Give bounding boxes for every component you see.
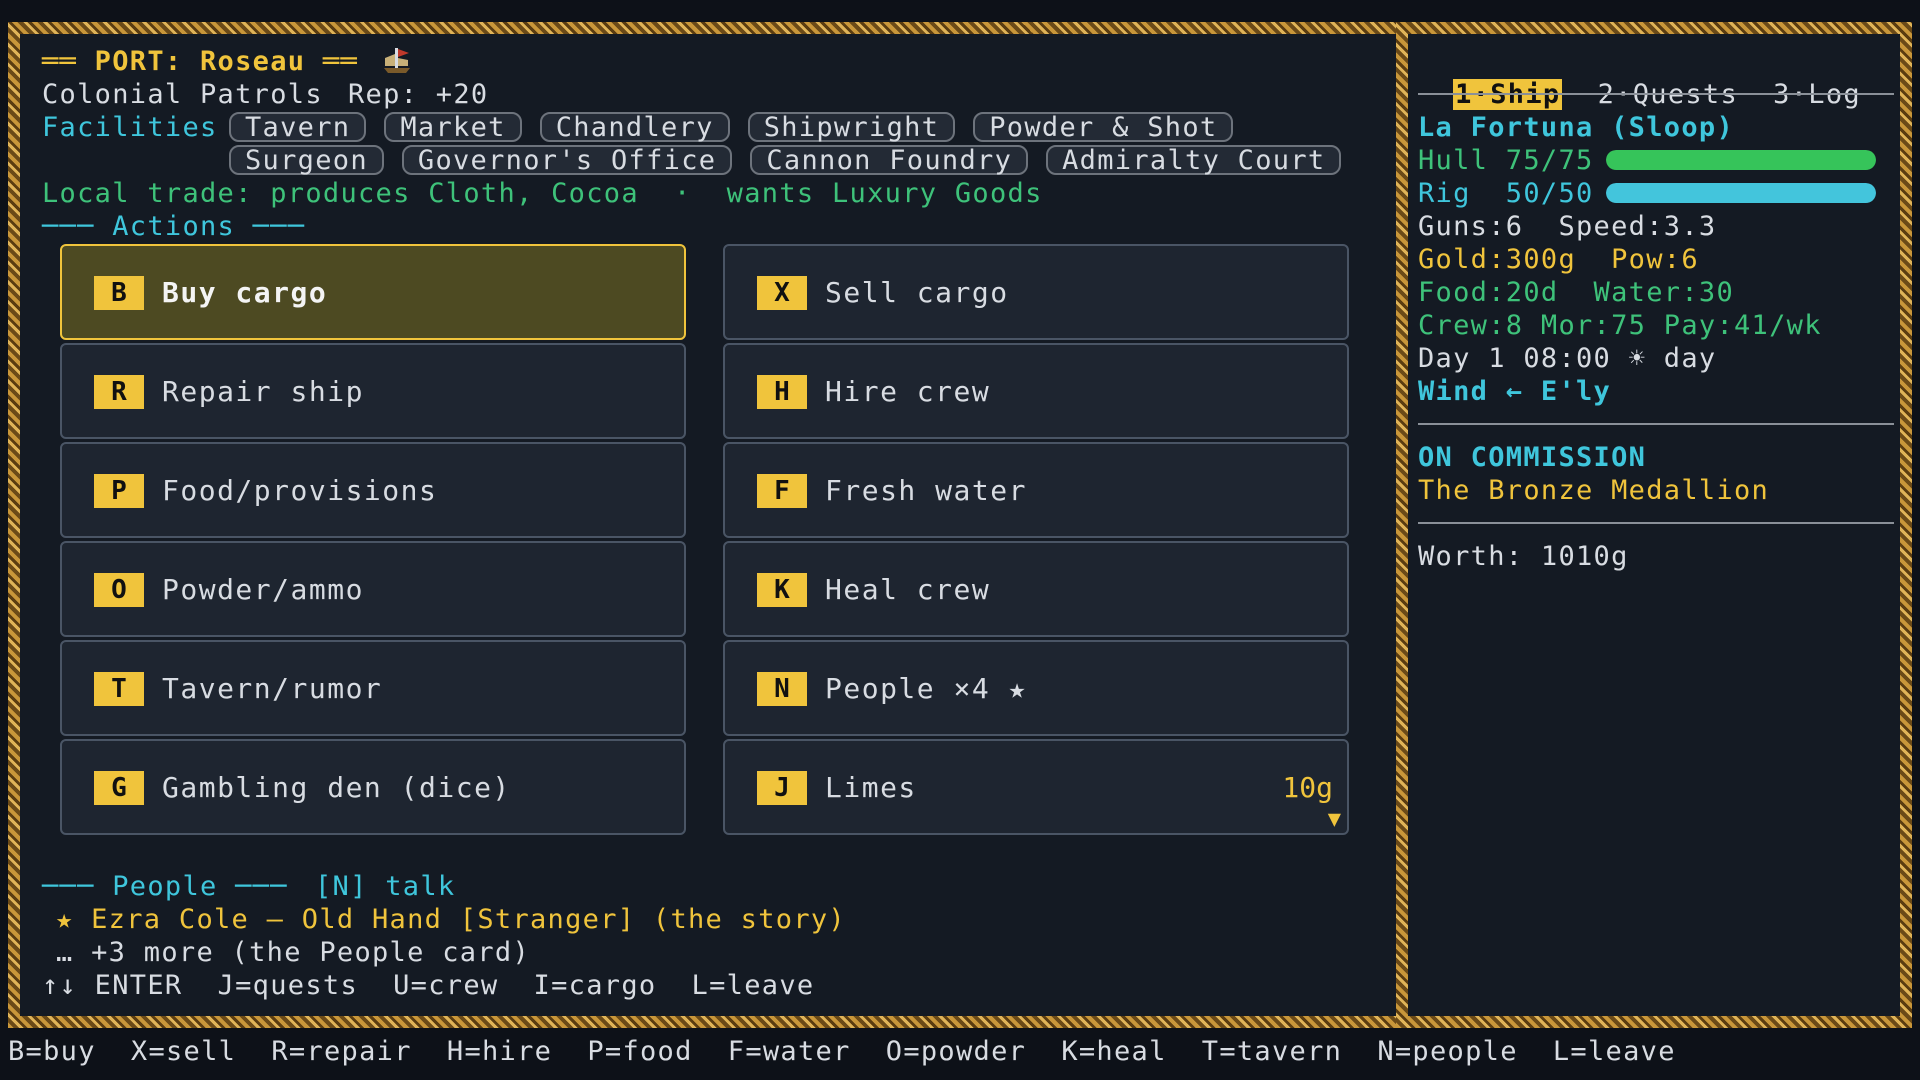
action-buy-cargo[interactable]: B Buy cargo bbox=[60, 244, 686, 340]
game-time: Day 1 08:00 ☀ day bbox=[1418, 343, 1717, 374]
hotkey-badge: F bbox=[757, 474, 807, 508]
action-label: Fresh water bbox=[825, 474, 1027, 507]
facilities-label: Facilities bbox=[42, 112, 218, 143]
people-header: ─── People ─── bbox=[42, 871, 288, 902]
divider bbox=[1418, 522, 1894, 524]
hotkey-badge: P bbox=[94, 474, 144, 508]
rig-bar-fill bbox=[1606, 183, 1876, 203]
hotkey-badge: J bbox=[757, 771, 807, 805]
action-sell-cargo[interactable]: X Sell cargo bbox=[723, 244, 1349, 340]
hotkey-badge: R bbox=[94, 375, 144, 409]
action-powder-ammo[interactable]: O Powder/ammo bbox=[60, 541, 686, 637]
facility-chip[interactable]: Tavern bbox=[229, 112, 367, 142]
action-label: Tavern/rumor bbox=[162, 672, 383, 705]
action-label: Powder/ammo bbox=[162, 573, 364, 606]
facility-chip[interactable]: Powder & Shot bbox=[973, 112, 1234, 142]
action-gambling-den[interactable]: G Gambling den (dice) bbox=[60, 739, 686, 835]
scroll-down-icon[interactable]: ▼ bbox=[1328, 809, 1341, 831]
hotkey-badge: O bbox=[94, 573, 144, 607]
facilities-row-1: Tavern Market Chandlery Shipwright Powder & … bbox=[229, 112, 1251, 142]
action-label: Sell cargo bbox=[825, 276, 1009, 309]
action-label: Heal crew bbox=[825, 573, 991, 606]
action-heal-crew[interactable]: K Heal crew bbox=[723, 541, 1349, 637]
featured-person[interactable]: ★ Ezra Cole — Old Hand [Stranger] (the s… bbox=[56, 903, 846, 936]
action-label: Limes bbox=[825, 771, 917, 804]
facility-chip[interactable]: Surgeon bbox=[229, 145, 384, 175]
port-title: ══ PORT: Roseau ══ bbox=[42, 46, 358, 77]
guns-speed: Guns:6 Speed:3.3 bbox=[1418, 211, 1717, 242]
action-people[interactable]: N People ×4 ★ bbox=[723, 640, 1349, 736]
hotkey-badge: X bbox=[757, 276, 807, 310]
action-label: People ×4 ★ bbox=[825, 672, 1027, 705]
hotkey-badge: G bbox=[94, 771, 144, 805]
crew-stats: Crew:8 Mor:75 Pay:41/wk bbox=[1418, 310, 1822, 341]
action-repair-ship[interactable]: R Repair ship bbox=[60, 343, 686, 439]
ship-flag-icon bbox=[384, 48, 410, 73]
sidebar-tabs: 1·Ship 2·Quests 3·Log bbox=[1418, 45, 1861, 111]
hotkey-badge: H bbox=[757, 375, 807, 409]
hull-label: Hull 75/75 bbox=[1418, 145, 1594, 176]
action-limes[interactable]: J Limes 10g ▼ bbox=[723, 739, 1349, 835]
action-label: Buy cargo bbox=[162, 276, 328, 309]
action-hire-crew[interactable]: H Hire crew bbox=[723, 343, 1349, 439]
facilities-row-2: Surgeon Governor's Office Cannon Foundry Ad… bbox=[229, 145, 1359, 175]
actions-header: ─── Actions ─── bbox=[42, 211, 306, 242]
key-hints: ↑↓ ENTER J=quests U=crew I=cargo L=leave bbox=[42, 970, 815, 1001]
divider bbox=[1418, 423, 1894, 425]
facility-chip[interactable]: Shipwright bbox=[747, 112, 956, 142]
local-trade: Local trade: produces Cloth, Cocoa · wan… bbox=[42, 178, 1043, 209]
reputation: Rep: +20 bbox=[348, 79, 489, 110]
action-label: Food/provisions bbox=[162, 474, 438, 507]
commission-name: The Bronze Medallion bbox=[1418, 475, 1770, 506]
gold-powder: Gold:300g Pow:6 bbox=[1418, 244, 1699, 275]
action-label: Hire crew bbox=[825, 375, 991, 408]
facility-chip[interactable]: Market bbox=[384, 112, 522, 142]
facility-chip[interactable]: Chandlery bbox=[539, 112, 730, 142]
action-tavern-rumor[interactable]: T Tavern/rumor bbox=[60, 640, 686, 736]
action-fresh-water[interactable]: F Fresh water bbox=[723, 442, 1349, 538]
more-people[interactable]: … +3 more (the People card) bbox=[56, 936, 530, 969]
action-food-provisions[interactable]: P Food/provisions bbox=[60, 442, 686, 538]
action-label: Repair ship bbox=[162, 375, 364, 408]
faction-name: Colonial Patrols bbox=[42, 79, 323, 110]
divider bbox=[1418, 93, 1894, 95]
people-talk-hint[interactable]: [N] talk bbox=[315, 870, 455, 903]
action-label: Gambling den (dice) bbox=[162, 771, 511, 804]
facility-chip[interactable]: Admiralty Court bbox=[1046, 145, 1342, 175]
rig-label: Rig 50/50 bbox=[1418, 178, 1594, 209]
hotkey-badge: T bbox=[94, 672, 144, 706]
hotkey-badge: N bbox=[757, 672, 807, 706]
commission-title: ON COMMISSION bbox=[1418, 442, 1647, 473]
hotkey-status-bar: B=buy X=sell R=repair H=hire P=food F=wa… bbox=[8, 1036, 1676, 1067]
net-worth: Worth: 1010g bbox=[1418, 541, 1629, 572]
action-price: 10g bbox=[1282, 771, 1333, 804]
facility-chip[interactable]: Cannon Foundry bbox=[750, 145, 1029, 175]
ship-name: La Fortuna (Sloop) bbox=[1418, 112, 1734, 143]
facility-chip[interactable]: Governor's Office bbox=[401, 145, 733, 175]
rig-bar bbox=[1606, 183, 1876, 203]
hotkey-badge: B bbox=[94, 276, 144, 310]
hull-bar bbox=[1606, 150, 1876, 170]
wind-direction: Wind ← E'ly bbox=[1418, 376, 1612, 407]
food-water: Food:20d Water:30 bbox=[1418, 277, 1734, 308]
hull-bar-fill bbox=[1606, 150, 1876, 170]
hotkey-badge: K bbox=[757, 573, 807, 607]
